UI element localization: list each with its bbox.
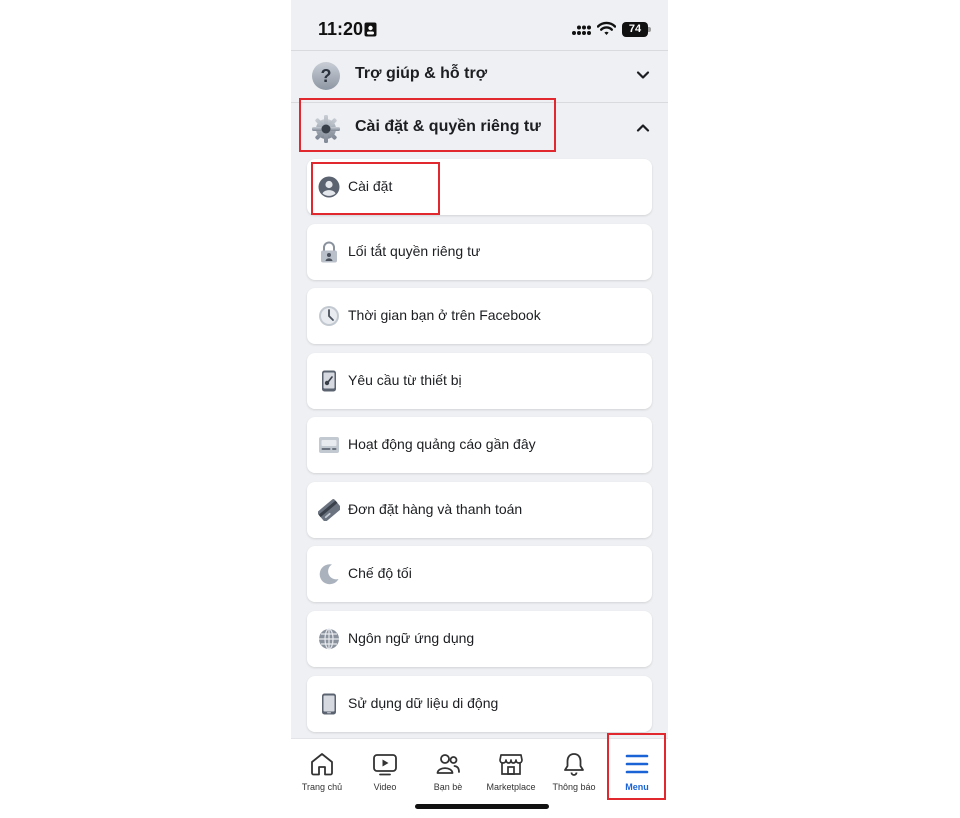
- globe-icon: [319, 628, 339, 650]
- ad-activity-icon: [319, 437, 339, 453]
- tab-label: Marketplace: [486, 782, 536, 792]
- menu-item-settings[interactable]: Cài đặt: [307, 159, 652, 215]
- chevron-up-icon[interactable]: [636, 121, 650, 135]
- menu-item-label: Chế độ tối: [348, 565, 412, 581]
- svg-text:?: ?: [321, 66, 332, 86]
- home-indicator: [415, 804, 549, 809]
- profile-icon: [318, 176, 340, 198]
- menu-item-label: Thời gian bạn ở trên Facebook: [348, 307, 541, 323]
- gear-icon: [312, 115, 340, 143]
- bell-icon: [564, 753, 584, 776]
- tab-label: Video: [373, 782, 397, 792]
- menu-item-app-language[interactable]: Ngôn ngữ ứng dụng: [307, 611, 652, 667]
- tab-video[interactable]: Video: [354, 739, 416, 818]
- menu-item-dark-mode[interactable]: Chế độ tối: [307, 546, 652, 602]
- section-settings-privacy[interactable]: Cài đặt & quyền riêng tư: [291, 103, 668, 155]
- menu-item-mobile-data[interactable]: Sử dụng dữ liệu di động: [307, 676, 652, 732]
- menu-icon: [625, 754, 649, 774]
- marketplace-icon: [499, 754, 523, 775]
- section-label: Trợ giúp & hỗ trợ: [355, 65, 488, 82]
- tab-label: Bạn bè: [433, 782, 463, 792]
- moon-icon: [319, 564, 339, 585]
- menu-item-label: Sử dụng dữ liệu di động: [348, 695, 499, 711]
- wifi-icon: [597, 21, 616, 35]
- video-icon: [373, 754, 397, 776]
- status-time: 11:20: [318, 19, 364, 39]
- section-label: Cài đặt & quyền riêng tư: [355, 118, 541, 135]
- tab-notifications[interactable]: Thông báo: [543, 739, 605, 818]
- menu-item-label: Yêu cầu từ thiết bị: [348, 372, 462, 388]
- menu-item-label: Hoạt động quảng cáo gần đây: [348, 436, 536, 452]
- phone-icon: [322, 693, 336, 715]
- contact-card-icon: [364, 22, 377, 37]
- battery-level: 74: [622, 22, 648, 37]
- tab-home[interactable]: Trang chủ: [291, 739, 353, 818]
- menu-item-label: Cài đặt: [348, 178, 393, 194]
- tab-label: Trang chủ: [301, 782, 343, 792]
- menu-item-label: Lối tắt quyền riêng tư: [348, 243, 481, 259]
- menu-item-device-requests[interactable]: Yêu cầu từ thiết bị: [307, 353, 652, 409]
- help-icon: ?: [312, 62, 340, 90]
- battery-cap: [648, 27, 651, 32]
- device-key-icon: [322, 370, 336, 392]
- credit-card-icon: [318, 499, 340, 521]
- menu-item-privacy-shortcuts[interactable]: Lối tắt quyền riêng tư: [307, 224, 652, 280]
- section-help-support[interactable]: ? Trợ giúp & hỗ trợ: [291, 50, 668, 102]
- tab-menu[interactable]: Menu: [606, 739, 668, 818]
- friends-icon: [436, 754, 460, 774]
- menu-item-time-on-facebook[interactable]: Thời gian bạn ở trên Facebook: [307, 288, 652, 344]
- cellular-signal-icon: [572, 25, 591, 35]
- clock-icon: [319, 306, 339, 326]
- tab-label: Thông báo: [552, 782, 596, 792]
- phone-screen: 11:20 74 ? Trợ giúp & hỗ trợ Cài đặt & q…: [291, 0, 668, 818]
- menu-item-label: Ngôn ngữ ứng dụng: [348, 630, 475, 646]
- menu-item-ad-activity[interactable]: Hoạt động quảng cáo gần đây: [307, 417, 652, 473]
- lock-icon: [321, 241, 337, 263]
- home-icon: [311, 753, 333, 776]
- status-bar: 11:20 74: [291, 0, 668, 50]
- tab-label: Menu: [625, 782, 649, 792]
- menu-item-label: Đơn đặt hàng và thanh toán: [348, 501, 523, 517]
- menu-item-orders-payments[interactable]: Đơn đặt hàng và thanh toán: [307, 482, 652, 538]
- battery-indicator: 74: [622, 22, 651, 37]
- chevron-down-icon[interactable]: [636, 68, 650, 82]
